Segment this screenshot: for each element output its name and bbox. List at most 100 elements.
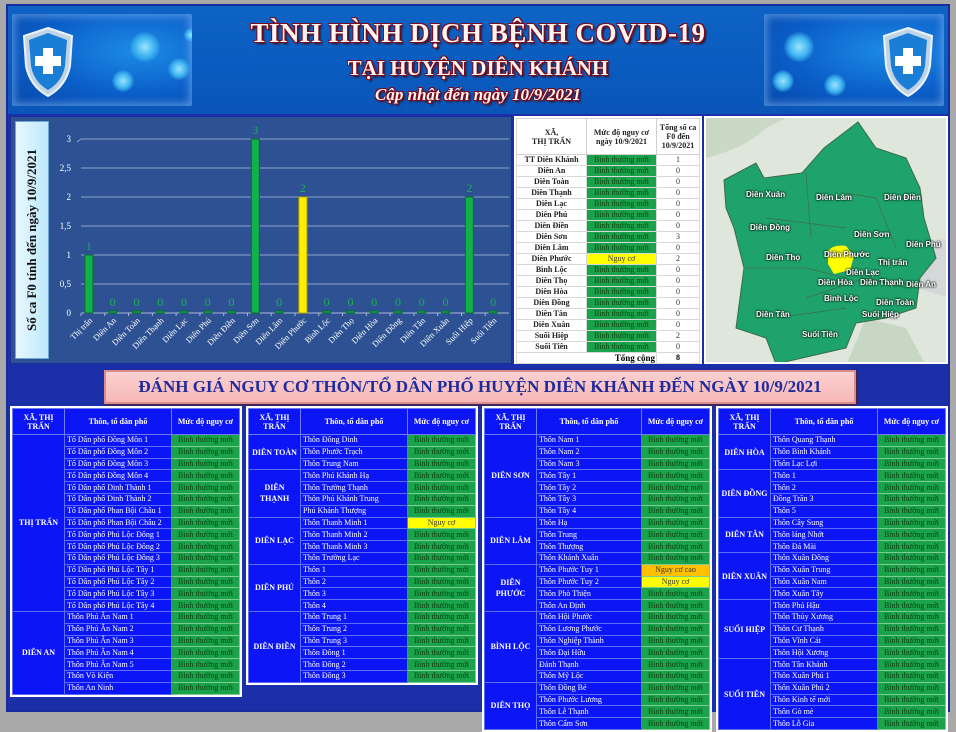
risk-level: Bình thường mới	[407, 669, 476, 683]
y-tick-label: 0	[67, 308, 72, 318]
summary-row: Diên Tân Bình thường mới 0	[516, 308, 700, 320]
village-name: Thôn Đá Mài	[770, 540, 878, 553]
village-name: Thôn Tây 1	[536, 469, 642, 483]
map-label[interactable]: Diên Phú	[906, 240, 941, 249]
risk-level: Bình thường mới	[586, 242, 657, 254]
risk-level: Bình thường mới	[877, 563, 946, 577]
commune-name: Bình Lộc	[516, 264, 587, 276]
f0-count: 0	[656, 209, 700, 221]
bar	[84, 254, 94, 314]
commune-name: Suối Hiệp	[516, 330, 587, 342]
commune-cell: DIÊN ĐIỀN	[248, 610, 301, 683]
commune-name: Diên Toàn	[516, 176, 587, 188]
data-label: 0	[181, 295, 187, 309]
bar	[203, 310, 213, 314]
village-name: Thôn Trung 3	[300, 634, 408, 648]
village-name: Thôn Đông 2	[300, 658, 408, 671]
map-label[interactable]: Diên Thọ	[766, 253, 800, 262]
village-name: Thôn 2	[300, 575, 408, 589]
village-name: Thôn Xuân Tây	[770, 587, 878, 601]
risk-level: Bình thường mới	[407, 575, 476, 589]
f0-count: 0	[656, 319, 700, 331]
risk-level: Nguy cơ	[641, 575, 710, 589]
district-map[interactable]: Diên Xuân Diên Lâm Diên Điền Diên Đồng Diên …	[704, 116, 948, 364]
village-name: Tổ Dân phố Dinh Thành 1	[64, 481, 172, 494]
map-label[interactable]: Diên Thạnh	[860, 278, 904, 287]
risk-level: Bình thường mới	[641, 587, 710, 601]
risk-level: Bình thường mới	[171, 669, 240, 683]
commune-name: Diên Phú	[516, 209, 587, 221]
village-name: Thôn Mỹ Lộc	[536, 669, 642, 683]
commune-cell: DIÊN TÂN	[718, 516, 771, 553]
x-tick-label: Suối Tiên	[468, 315, 499, 346]
summary-row: Diên Thọ Bình thường mới 0	[516, 275, 700, 287]
village-name: Thôn Phú Ân Nam 1	[64, 610, 172, 624]
data-label: 0	[205, 295, 211, 309]
village-row: DIÊN PHÚ Thôn 1 Bình thường mới	[248, 563, 476, 612]
detail-header-row: XÃ, THỊ TRẤN Thôn, tổ dân phố Mức độ nguy …	[718, 408, 946, 435]
risk-level: Bình thường mới	[407, 646, 476, 660]
commune-name: Diên Phước	[516, 253, 587, 265]
commune-cell: DIÊN THỌ	[484, 681, 537, 730]
y-tick-label: 1	[67, 250, 72, 260]
map-label[interactable]: Diên Phước	[824, 250, 870, 259]
bar	[441, 310, 451, 314]
risk-level: Bình thường mới	[407, 610, 476, 624]
risk-level: Bình thường mới	[877, 587, 946, 601]
risk-level: Bình thường mới	[407, 551, 476, 565]
map-label[interactable]: Diên Lạc	[846, 268, 879, 277]
risk-level: Bình thường mới	[877, 717, 946, 730]
village-name: Tổ Dân phố Phan Bội Châu 2	[64, 516, 172, 530]
commune-cell: DIÊN LẠC	[248, 516, 301, 565]
commune-cell: DIÊN AN	[12, 610, 65, 695]
f0-count: 0	[656, 176, 700, 188]
map-label[interactable]: Diên Tân	[756, 310, 790, 319]
commune-cell: DIÊN SƠN	[484, 434, 537, 518]
bar	[322, 310, 332, 314]
risk-level: Bình thường mới	[586, 165, 657, 177]
bar	[155, 310, 165, 314]
village-name: Tổ Dân phố Phú Lộc Tây 4	[64, 599, 172, 612]
risk-level: Bình thường mới	[171, 646, 240, 660]
village-name: Tổ Dân phố Phú Lộc Tây 3	[64, 587, 172, 601]
map-label[interactable]: Suối Tiên	[802, 330, 838, 339]
f0-count: 1	[656, 154, 700, 166]
village-name: Thôn Kinh tế mới	[770, 693, 878, 707]
header-risk: Mức độ nguy cơ	[407, 408, 476, 435]
y-tick-label: 2	[67, 192, 72, 202]
section-banner: ĐÁNH GIÁ NGUY CƠ THÔN/TỔ DÂN PHỐ HUYỆN D…	[104, 370, 856, 404]
data-label: 1	[86, 239, 92, 253]
data-label: 0	[419, 295, 425, 309]
data-label: 0	[110, 295, 116, 309]
summary-row: Diên Sơn Bình thường mới 3	[516, 231, 700, 243]
risk-level: Bình thường mới	[641, 540, 710, 553]
map-label[interactable]: Diên Hòa	[818, 278, 853, 287]
detail-header-row: XÃ, THỊ TRẤN Thôn, tổ dân phố Mức độ nguy …	[484, 408, 710, 435]
map-label[interactable]: Thị trấn	[878, 258, 907, 267]
bar	[488, 310, 498, 314]
risk-level: Bình thường mới	[641, 681, 710, 695]
header-f0-total: Tổng số ca F0 đến 10/9/2021	[656, 118, 700, 155]
risk-level: Bình thường mới	[586, 264, 657, 276]
map-label[interactable]: Suối Hiệp	[862, 310, 899, 319]
y-axis-label-box: Số ca F0 tính đến ngày 10/9/2021	[15, 121, 49, 359]
map-label[interactable]: Bình Lộc	[824, 294, 858, 303]
map-label[interactable]: Diên Xuân	[746, 190, 785, 199]
map-label[interactable]: Diên An	[906, 280, 936, 289]
risk-level: Bình thường mới	[171, 540, 240, 553]
data-label: 0	[276, 295, 282, 309]
village-name: Thôn Trường Lạc	[300, 551, 408, 565]
map-label[interactable]: Diên Điền	[884, 193, 921, 202]
commune-cell: DIÊN TOÀN	[248, 433, 301, 471]
risk-level: Bình thường mới	[171, 587, 240, 601]
data-label: 0	[490, 295, 496, 309]
map-label[interactable]: Diên Lâm	[816, 193, 852, 202]
village-name: Thôn Hội Phước	[536, 610, 642, 624]
risk-level: Bình thường mới	[877, 481, 946, 494]
village-row: SUỐI TIÊN Thôn Tân Khánh Bình thường mới	[718, 658, 946, 730]
map-label[interactable]: Diên Toàn	[876, 298, 914, 307]
map-label[interactable]: Diên Sơn	[854, 230, 889, 239]
map-label[interactable]: Diên Đồng	[750, 223, 790, 232]
village-row: DIÊN TÂN Thôn Cây Sung Bình thường mới	[718, 516, 946, 553]
village-name: Thôn 1	[300, 563, 408, 577]
